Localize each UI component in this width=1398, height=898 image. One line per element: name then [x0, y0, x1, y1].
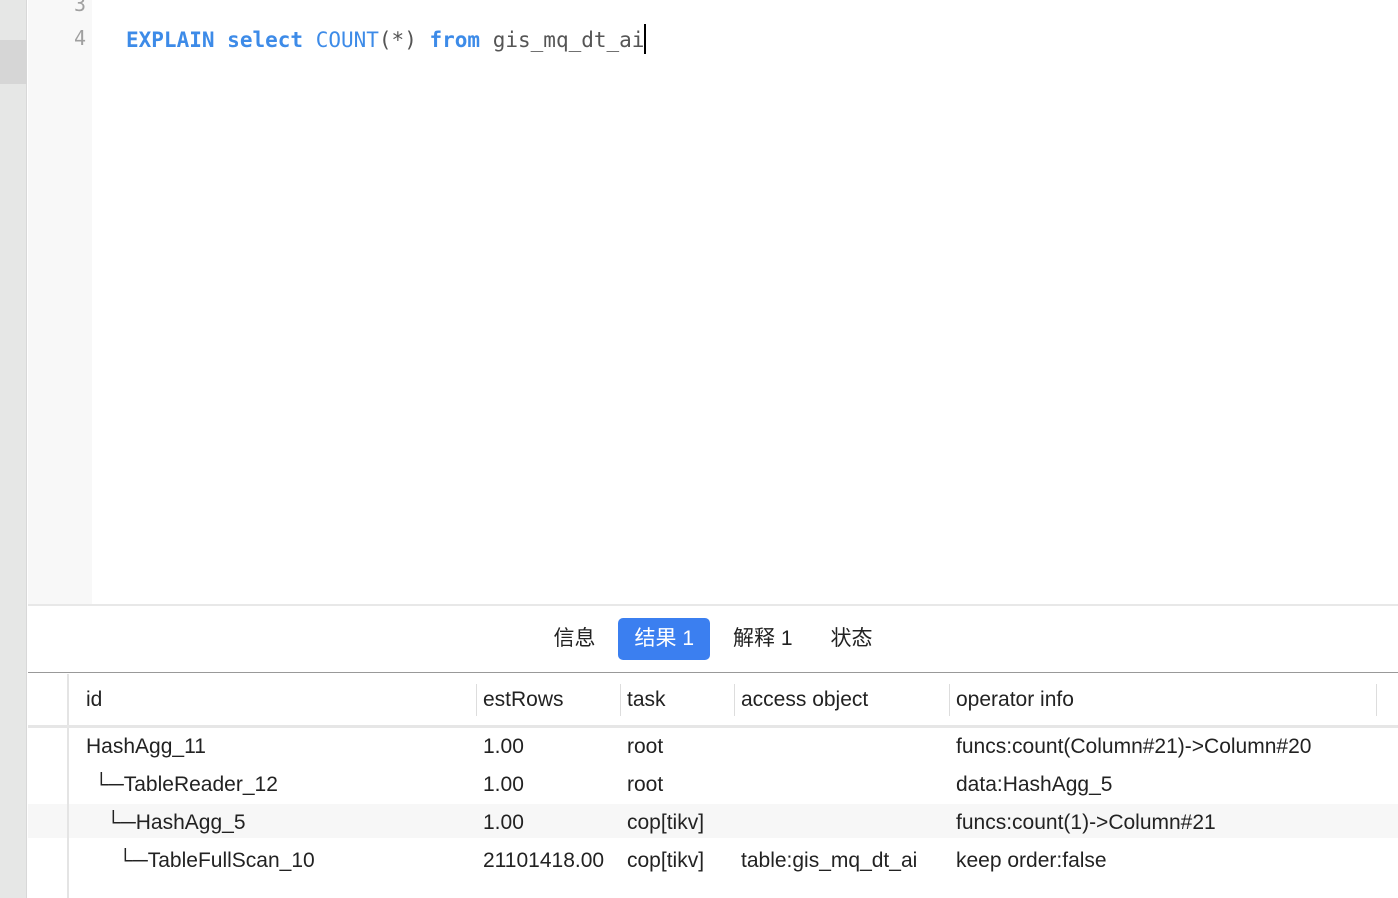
column-header-id[interactable]: id: [86, 688, 102, 712]
cell-estRows[interactable]: 1.00: [483, 811, 524, 835]
column-header-estrows[interactable]: estRows: [483, 688, 564, 712]
keyword: EXPLAIN: [126, 28, 215, 52]
keyword: from: [429, 28, 481, 52]
tab-status[interactable]: 状态: [816, 618, 888, 660]
line-number: 4: [73, 26, 86, 50]
cell-operator-info[interactable]: data:HashAgg_5: [956, 773, 1112, 797]
line-number: 3: [73, 0, 86, 16]
grid-header: id estRows task access object operator i…: [28, 674, 1398, 728]
text-cursor: [644, 24, 647, 54]
function: COUNT: [315, 28, 379, 52]
cell-access-object[interactable]: table:gis_mq_dt_ai: [741, 849, 917, 873]
cell-task[interactable]: cop[tikv]: [627, 849, 704, 873]
cell-operator-info[interactable]: keep order:false: [956, 849, 1107, 873]
cell-id[interactable]: └─TableFullScan_10: [118, 849, 315, 873]
table-name: gis_mq_dt_ai: [492, 28, 645, 52]
cell-id[interactable]: └─HashAgg_5: [106, 811, 246, 835]
result-tabs: 信息 结果 1 解释 1 状态: [28, 606, 1398, 673]
cell-operator-info[interactable]: funcs:count(1)->Column#21: [956, 811, 1216, 835]
column-header-task[interactable]: task: [627, 688, 666, 712]
args: (*): [378, 28, 417, 52]
column-header-operator-info[interactable]: operator info: [956, 688, 1074, 712]
cell-task[interactable]: root: [627, 735, 663, 759]
cell-id[interactable]: └─TableReader_12: [94, 773, 278, 797]
side-strip-selection[interactable]: [0, 40, 27, 84]
line-gutter: 3 4: [28, 0, 92, 604]
keyword: select: [227, 28, 304, 52]
sql-editor[interactable]: EXPLAIN select COUNT(*) from gis_mq_dt_a…: [126, 24, 647, 54]
cell-id[interactable]: HashAgg_11: [86, 735, 206, 759]
cell-estRows[interactable]: 1.00: [483, 735, 524, 759]
cell-task[interactable]: cop[tikv]: [627, 811, 704, 835]
column-header-access-object[interactable]: access object: [741, 688, 868, 712]
cell-operator-info[interactable]: funcs:count(Column#21)->Column#20: [956, 735, 1311, 759]
cell-estRows[interactable]: 21101418.00: [483, 849, 604, 873]
cell-task[interactable]: root: [627, 773, 663, 797]
cell-estRows[interactable]: 1.00: [483, 773, 524, 797]
side-strip: [0, 0, 27, 898]
results-grid: id estRows task access object operator i…: [28, 674, 1398, 898]
tab-explain-1[interactable]: 解释 1: [718, 618, 808, 660]
tab-result-1[interactable]: 结果 1: [618, 618, 710, 660]
tab-info[interactable]: 信息: [538, 618, 610, 660]
